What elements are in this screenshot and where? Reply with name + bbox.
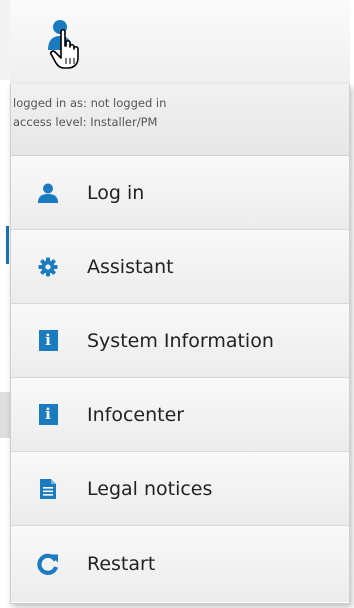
document-icon (37, 478, 59, 500)
menu-item-restart[interactable]: Restart (11, 526, 349, 602)
menu-item-label: Assistant (87, 255, 174, 278)
user-dropdown-menu: logged in as: not logged in access level… (10, 84, 350, 604)
background-panel (0, 0, 10, 80)
menu-item-legal-notices[interactable]: Legal notices (11, 452, 349, 526)
access-level-text: access level: Installer/PM (13, 115, 158, 129)
info-icon: i (37, 330, 59, 352)
gear-icon (37, 256, 59, 278)
page: logged in as: not logged in access level… (0, 0, 354, 608)
background-accent (6, 226, 9, 264)
logged-in-as-text: logged in as: not logged in (13, 96, 167, 110)
menu-item-system-information[interactable]: i System Information (11, 304, 349, 378)
refresh-icon (37, 553, 59, 575)
login-status: logged in as: not logged in access level… (11, 84, 349, 156)
background-panel (0, 392, 10, 438)
menu-item-label: System Information (87, 329, 274, 352)
user-menu-trigger[interactable] (44, 18, 84, 70)
menu-item-label: Restart (87, 553, 156, 575)
menu-item-log-in[interactable]: Log in (11, 156, 349, 230)
menu-item-label: Legal notices (87, 477, 213, 500)
menu-item-label: Log in (87, 181, 145, 204)
menu-item-assistant[interactable]: Assistant (11, 230, 349, 304)
menu-item-infocenter[interactable]: i Infocenter (11, 378, 349, 452)
menu-item-label: Infocenter (87, 403, 185, 426)
user-icon (37, 182, 59, 204)
info-icon: i (37, 404, 59, 426)
user-pointer-icon (48, 20, 79, 69)
menu-header (10, 0, 350, 85)
